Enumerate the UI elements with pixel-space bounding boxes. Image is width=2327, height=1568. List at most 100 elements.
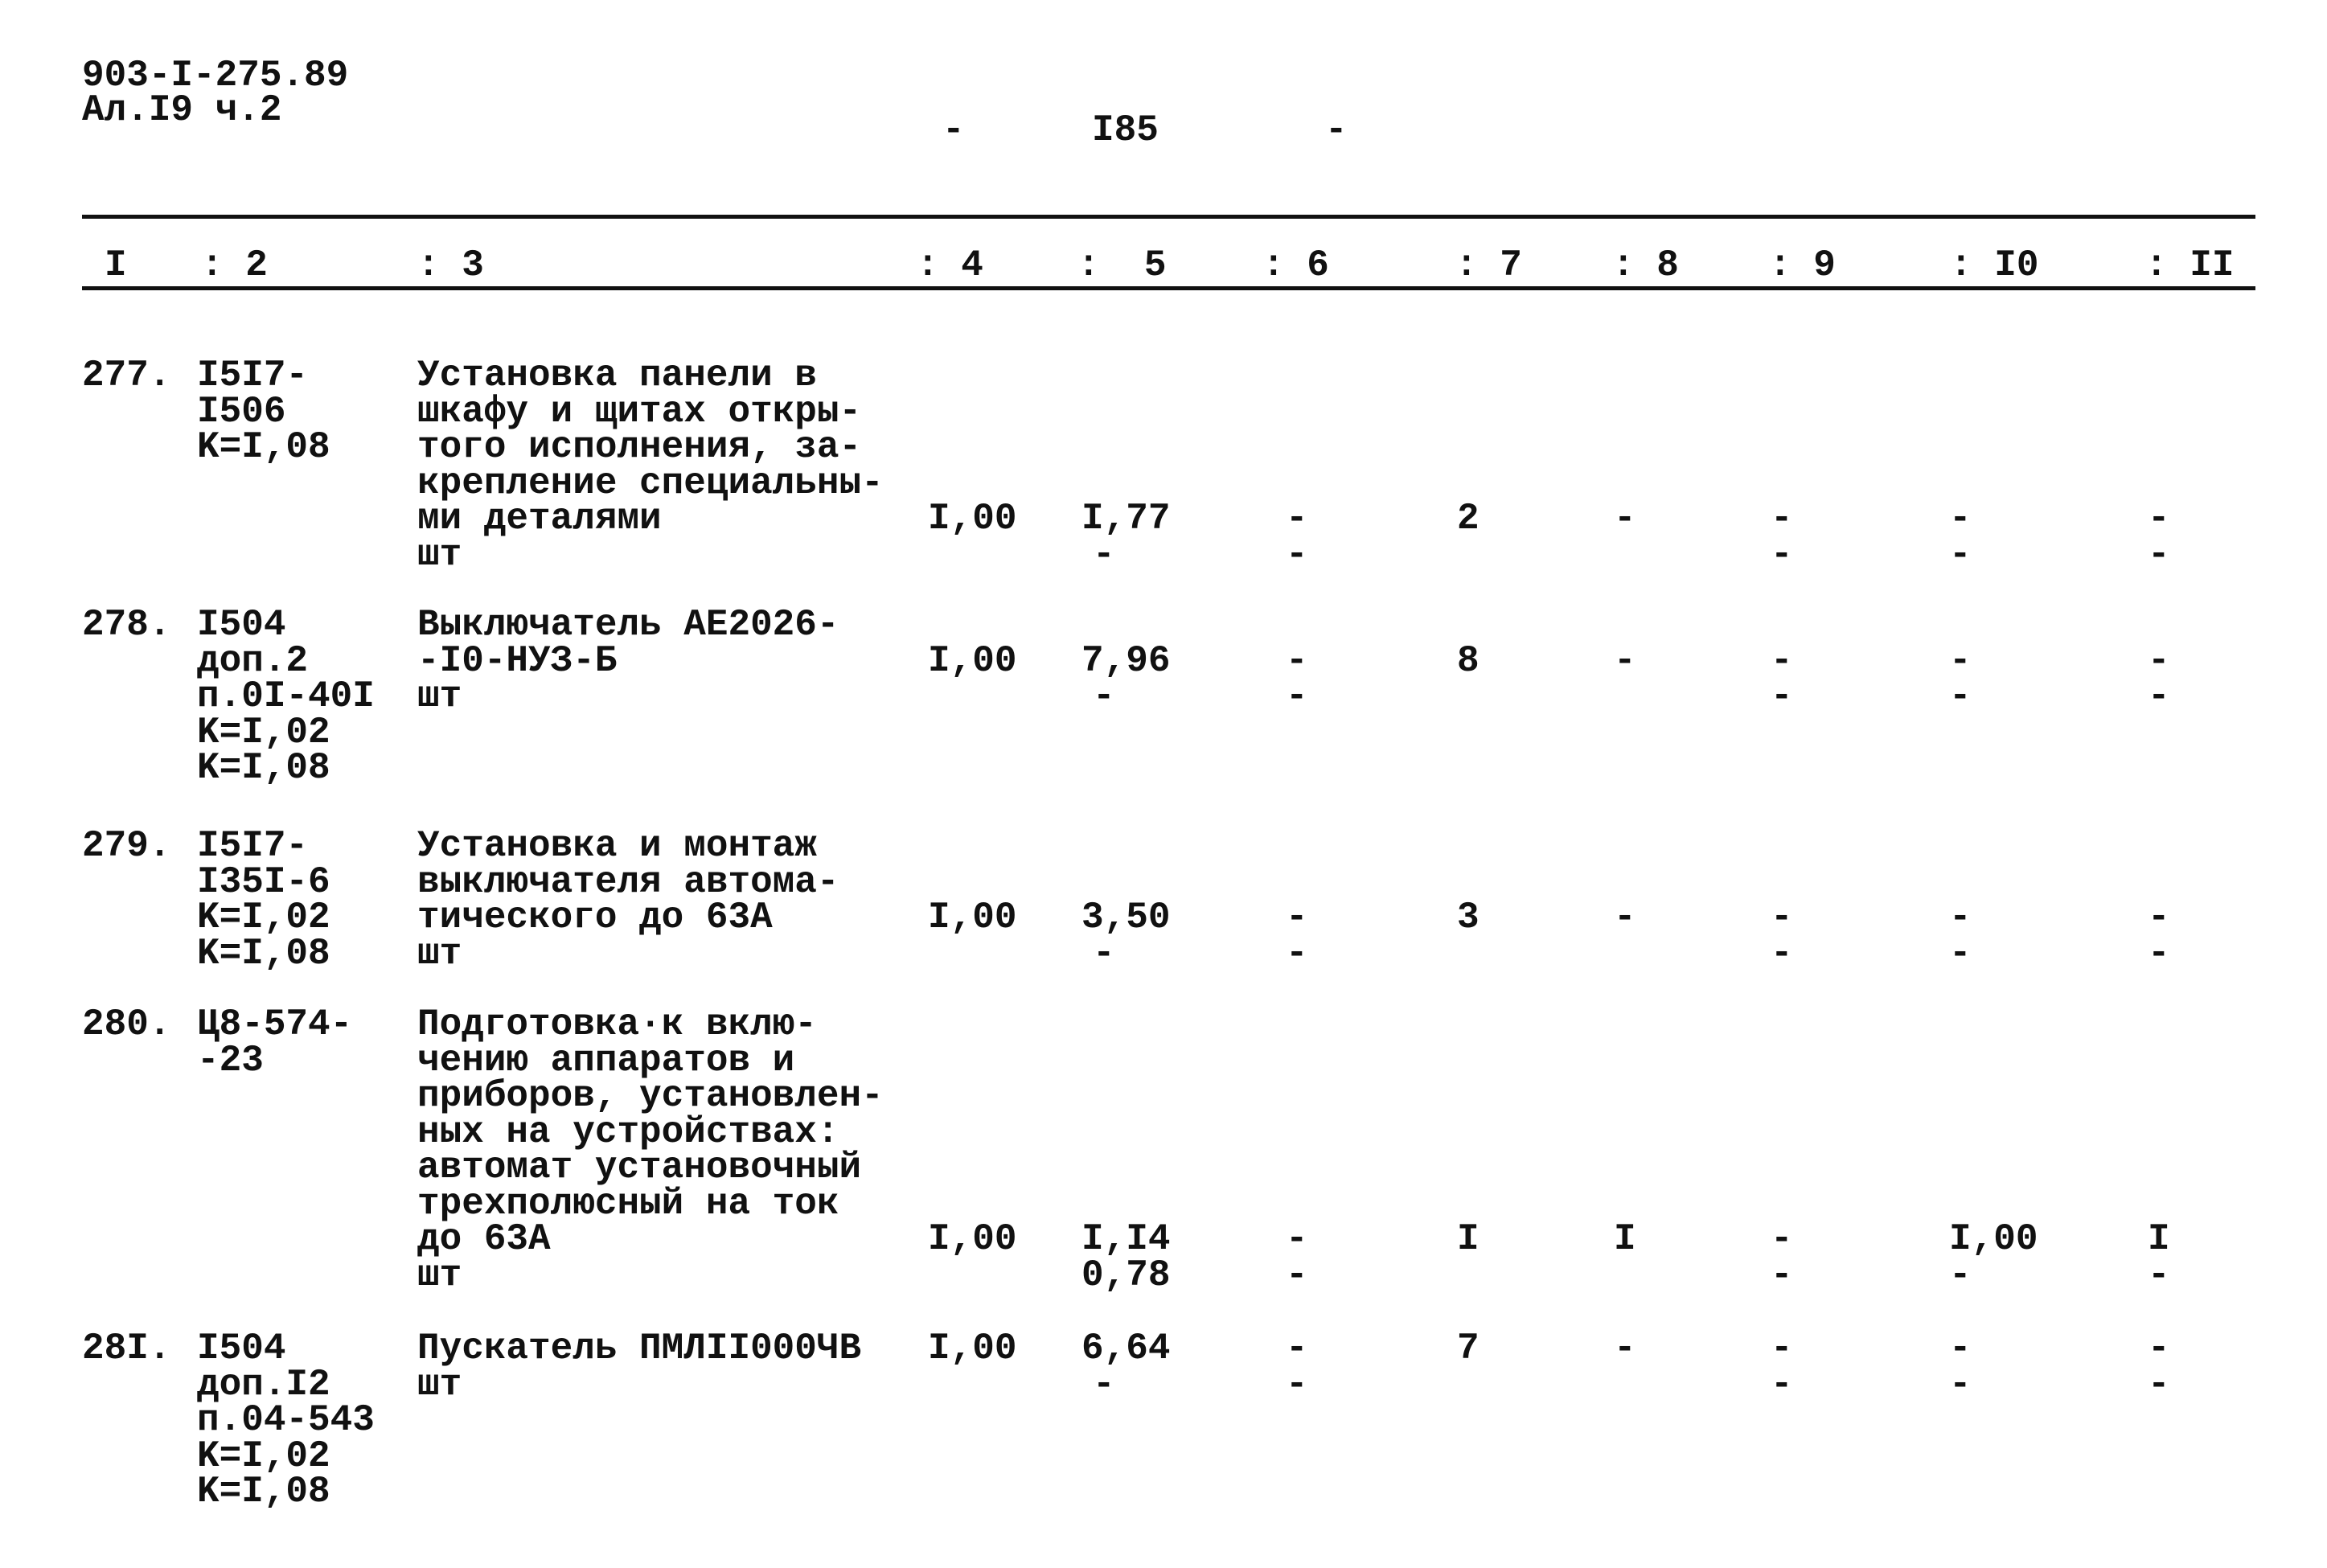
description-line: трехполюсный на ток [417,1182,839,1225]
value-col-5: - [1093,932,1115,975]
page-dash-right: - [1325,109,1348,151]
album-reference: Ал.I9 ч.2 [82,89,282,131]
value-col-5: - [1093,1363,1115,1406]
rate-code-line: I5I7- [197,355,309,396]
row-number: 28I. [82,1328,171,1369]
description-line: автомат установочный [417,1147,862,1188]
description-line: Установка панели в [417,355,817,396]
value-col-10: - [1949,498,1972,540]
column-header: : 5 [1077,244,1167,286]
value-col-8: - [1614,498,1636,540]
value-col-8: - [1614,639,1636,682]
rate-code-line: K=I,08 [197,747,330,789]
description-line: выключателя автома- [417,860,839,903]
row-number: 278. [82,604,171,646]
rate-code-line: K=I,02 [197,897,330,938]
column-header: : 3 [417,244,484,286]
value-col-7: 8 [1457,639,1480,682]
value-col-4: I,00 [928,1218,1017,1260]
value-col-9: - [1771,1218,1793,1260]
page-number: I85 [1092,109,1159,151]
description-line: крепление специальны- [417,462,884,504]
value-col-11: - [2148,932,2170,975]
value-col-11: - [2148,675,2170,717]
rate-code-line: I5I7- [197,825,309,867]
description-line: Установка и монтаж [417,825,817,867]
page-dash-left: - [942,109,965,151]
rate-code-line: K=I,02 [197,711,330,753]
document-code: 903-I-275.89 [82,55,349,96]
description-line: чению аппаратов и [417,1039,795,1082]
value-col-5: I,I4 [1081,1218,1171,1260]
row-number: 279. [82,825,171,867]
value-col-4: I,00 [928,897,1017,938]
value-col-5: I,77 [1081,498,1171,540]
value-col-8: - [1614,897,1636,938]
value-col-9: - [1771,1363,1793,1406]
value-col-10: - [1949,1328,1972,1369]
description-line: шт [417,1363,462,1406]
value-col-4: I,00 [928,498,1017,540]
rate-code-line: -23 [197,1039,264,1082]
value-col-11: - [2148,533,2170,576]
value-col-6: - [1286,1363,1308,1406]
column-header: : 7 [1455,244,1522,286]
value-col-11: - [2148,639,2170,682]
value-col-11: - [2148,1328,2170,1369]
value-col-6: - [1286,675,1308,717]
rate-code-line: K=I,08 [197,932,330,975]
description-line: Подготовка·к вклю- [417,1004,817,1045]
column-header: : 2 [201,244,268,286]
value-col-8: - [1614,1328,1636,1369]
rate-code-line: K=I,08 [197,426,330,468]
value-col-10: - [1949,1363,1972,1406]
value-col-5: - [1093,675,1115,717]
value-col-9: - [1771,498,1793,540]
rate-code-line: I504 [197,1328,286,1369]
rate-code-line: I504 [197,604,286,646]
row-number: 277. [82,355,171,396]
value-col-6: - [1286,639,1308,682]
value-col-6: - [1286,932,1308,975]
rate-code-line: K=I,02 [197,1435,330,1477]
value-col-6: - [1286,498,1308,540]
value-col-11: - [2148,498,2170,540]
value-col-6: - [1286,897,1308,938]
rate-code-line: доп.2 [197,639,309,682]
value-col-10: - [1949,639,1972,682]
rate-code-line: доп.I2 [197,1363,330,1406]
description-line: шт [417,675,462,717]
value-col-9: - [1771,639,1793,682]
description-line: Выключатель АЕ2026- [417,604,839,646]
value-col-5: - [1093,533,1115,576]
value-col-4: I,00 [928,639,1017,682]
value-col-6: - [1286,1254,1308,1296]
value-col-10: - [1949,897,1972,938]
description-line: ми деталями [417,498,662,540]
description-line: тического до 63А [417,897,773,938]
value-col-7: I [1457,1218,1480,1260]
column-header: : 6 [1262,244,1329,286]
value-col-10: - [1949,1254,1972,1296]
value-col-6: - [1286,533,1308,576]
value-col-5: 7,96 [1081,639,1171,682]
value-col-9: - [1771,932,1793,975]
description-line: шт [417,932,462,975]
rate-code-line: K=I,08 [197,1471,330,1513]
row-number: 280. [82,1004,171,1045]
value-col-7: 2 [1457,498,1480,540]
column-header: : 9 [1769,244,1836,286]
value-col-11: - [2148,1363,2170,1406]
value-col-4: I,00 [928,1328,1017,1369]
value-col-9: - [1771,1328,1793,1369]
rate-code-line: п.04-543 [197,1399,375,1441]
description-line: -I0-НУЗ-Б [417,639,618,682]
description-line: шт [417,533,462,576]
value-col-9: - [1771,897,1793,938]
column-header: I [105,244,127,286]
value-col-9: - [1771,1254,1793,1296]
value-col-7: 3 [1457,897,1480,938]
value-col-10: - [1949,932,1972,975]
column-header: : 8 [1612,244,1679,286]
value-col-11: - [2148,897,2170,938]
